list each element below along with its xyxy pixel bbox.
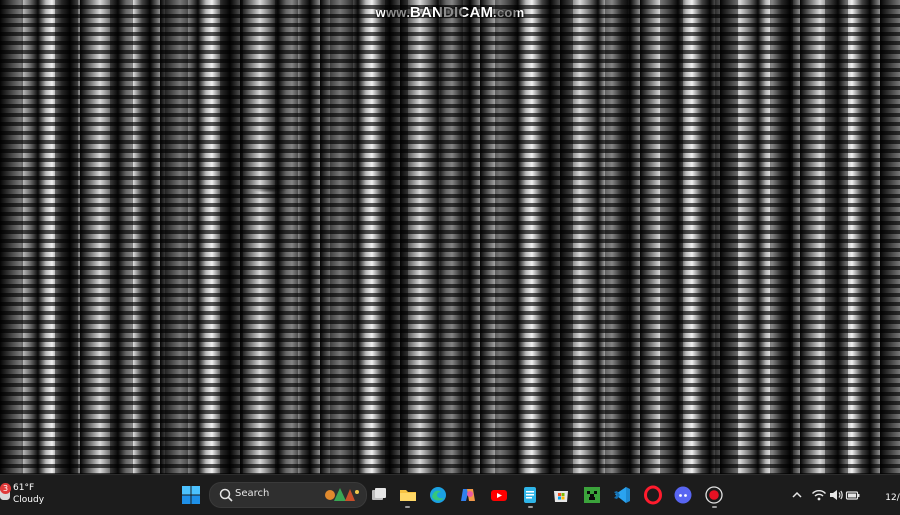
task-view-button[interactable] (366, 482, 392, 508)
opera-icon (644, 485, 662, 505)
watermark-brand: BANDICAM (409, 4, 494, 21)
watermark-suffix: .com (493, 5, 525, 20)
running-indicator (712, 506, 717, 508)
opera-button[interactable] (640, 482, 666, 508)
store-icon (554, 491, 568, 502)
weather-condition: Cloudy (13, 495, 45, 505)
weather-temperature: 61°F (13, 483, 35, 493)
search-label: Search (235, 488, 270, 499)
record-icon (705, 486, 723, 504)
clock-date: 12/17/2 (885, 493, 900, 503)
clock-time: 7:37 (870, 480, 900, 490)
start-button[interactable] (178, 482, 204, 508)
edge-button[interactable] (425, 482, 451, 508)
discord-icon (674, 486, 692, 504)
running-indicator (405, 506, 410, 508)
search-icon (219, 488, 233, 502)
microsoft-store-button[interactable] (548, 482, 574, 508)
system-clock[interactable]: 7:37 12/17/2 (870, 480, 900, 503)
watermark-prefix: www. (375, 5, 410, 20)
battery-icon[interactable] (845, 487, 861, 503)
volume-icon[interactable] (828, 487, 844, 503)
wifi-icon[interactable] (811, 487, 827, 503)
weather-widget[interactable]: 3 61°F Cloudy (0, 480, 60, 510)
taskbar: 3 61°F Cloudy Search 12/ (0, 474, 900, 515)
running-indicator (528, 506, 533, 508)
vscode-icon (614, 487, 630, 503)
desktop-background: www.BANDICAM.com (0, 0, 900, 474)
bandicam-watermark: www.BANDICAM.com (0, 4, 900, 21)
edge-icon (430, 487, 446, 503)
search-highlight-icon (325, 488, 359, 501)
notepad-icon (524, 487, 536, 503)
youtube-icon (491, 490, 507, 501)
bandicam-button[interactable] (701, 482, 727, 508)
youtube-button[interactable] (486, 482, 512, 508)
task-view-icon (372, 488, 386, 500)
copilot-icon (461, 489, 475, 501)
copilot-button[interactable] (455, 482, 481, 508)
folder-icon (400, 490, 416, 501)
chevron-up-icon[interactable] (789, 487, 805, 503)
notification-badge: 3 (0, 483, 11, 494)
notepad-button[interactable] (517, 482, 543, 508)
minecraft-button[interactable] (579, 482, 605, 508)
vscode-button[interactable] (609, 482, 635, 508)
discord-button[interactable] (670, 482, 696, 508)
search-input[interactable]: Search (209, 482, 367, 508)
minecraft-icon (584, 487, 600, 503)
windows-logo-icon (182, 486, 200, 504)
file-explorer-button[interactable] (395, 482, 421, 508)
